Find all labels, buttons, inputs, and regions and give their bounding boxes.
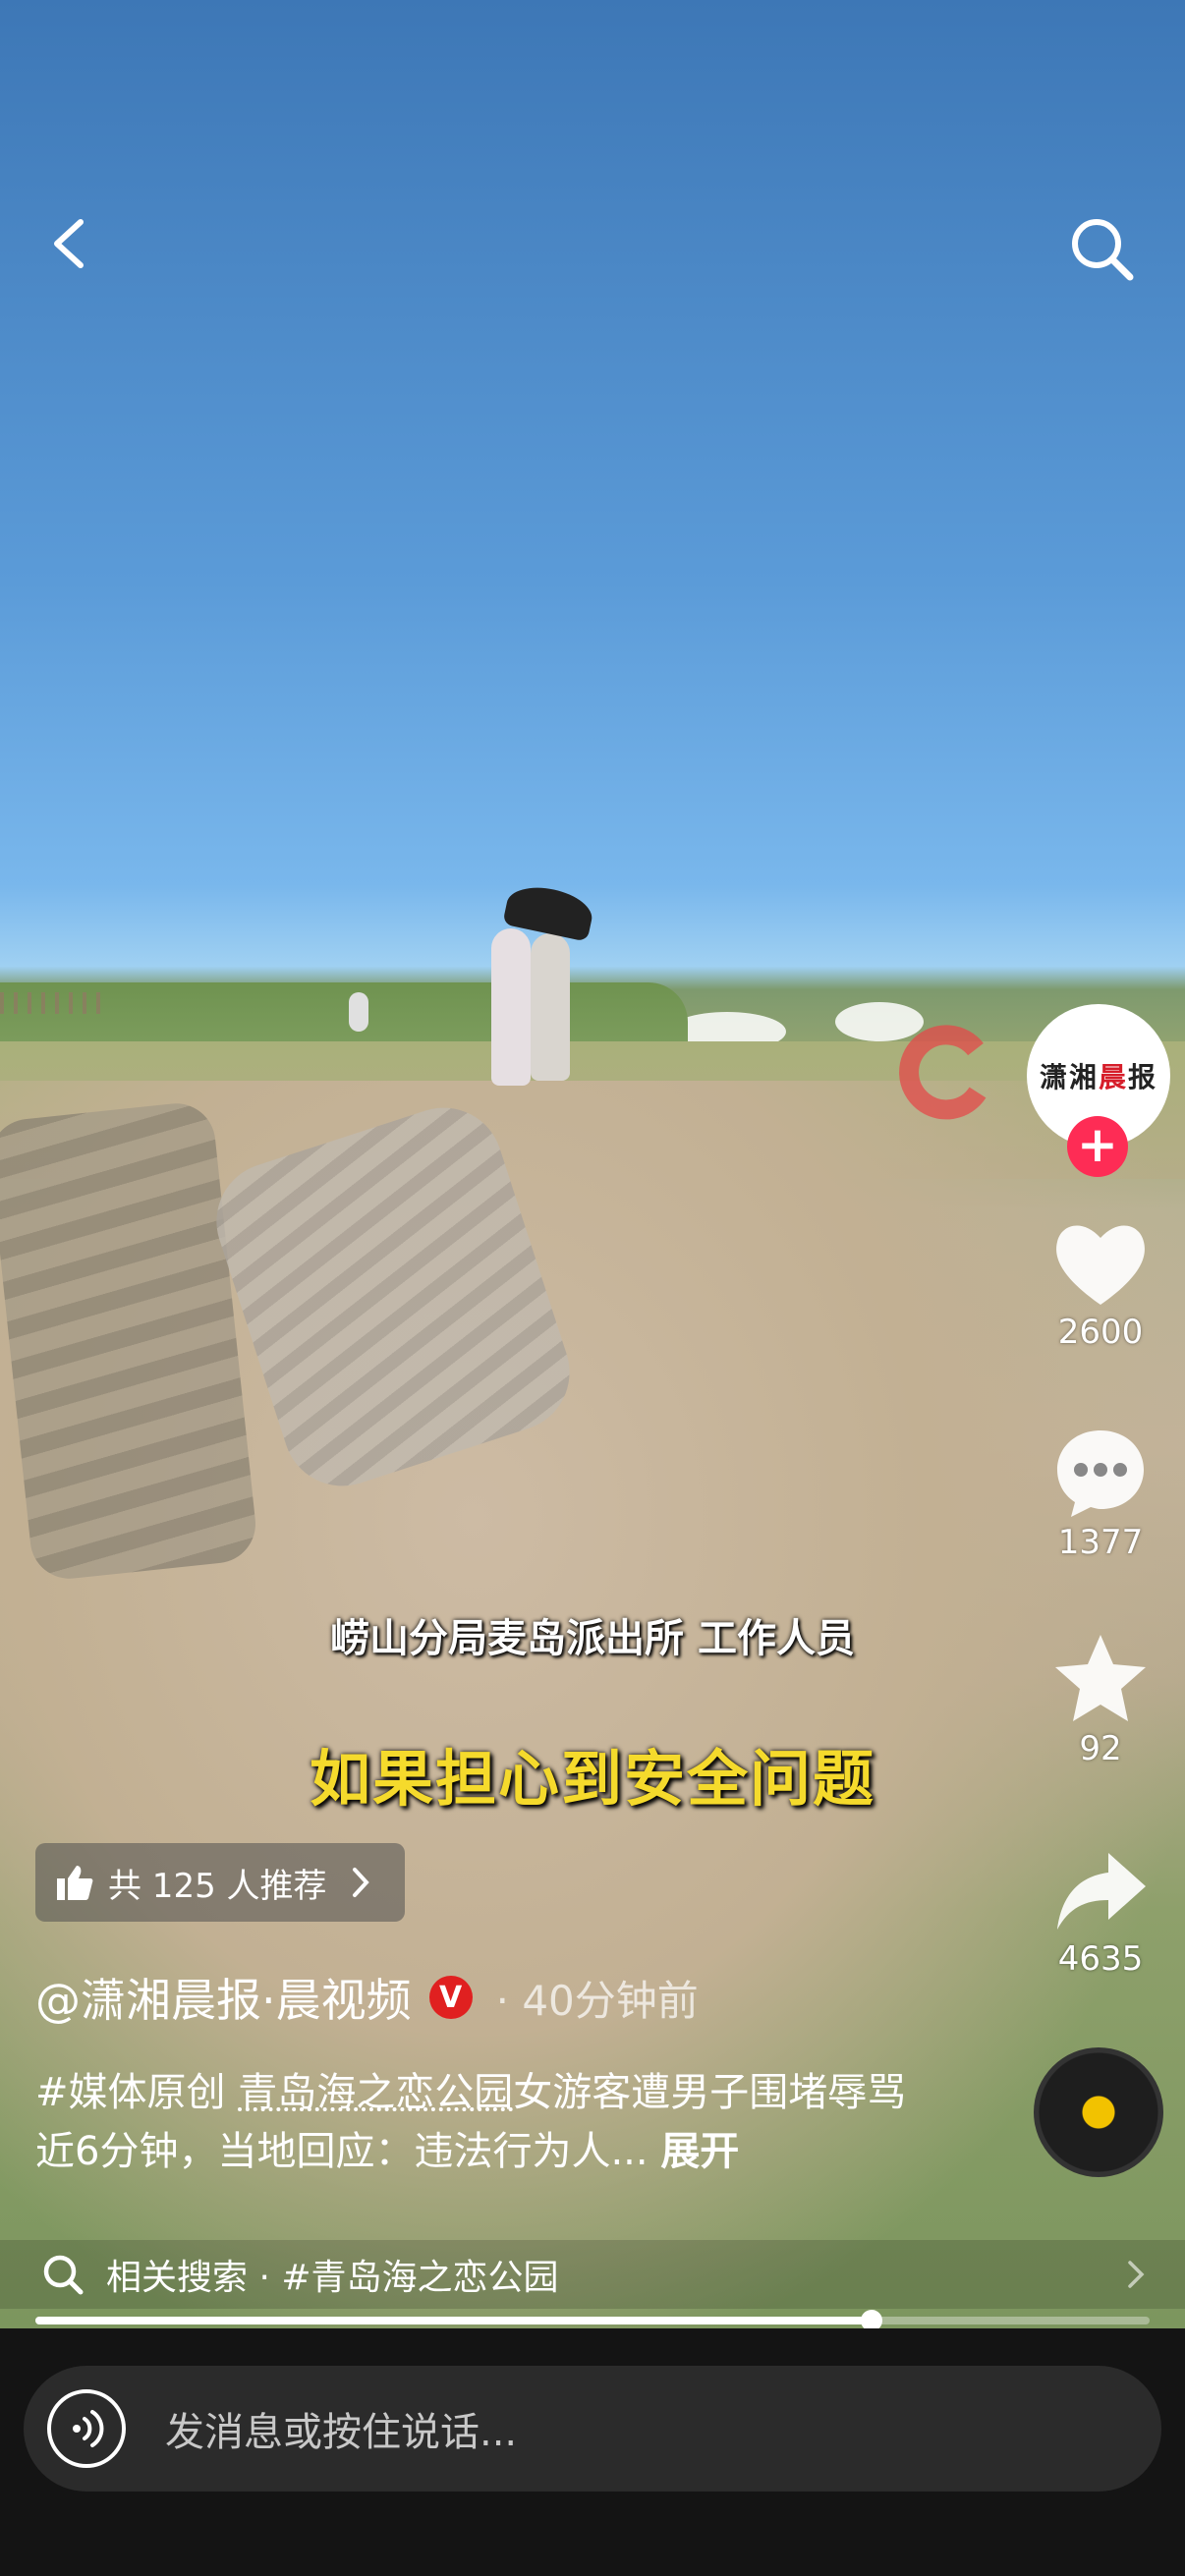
person <box>491 928 531 1086</box>
favorite-button[interactable]: 92 <box>1022 1631 1179 1768</box>
related-search[interactable]: 相关搜索 · #青岛海之恋公园 <box>0 2240 1185 2309</box>
author-name[interactable]: @潇湘晨报·晨视频 <box>35 1965 412 2030</box>
recommend-label: 共 125 人推荐 <box>108 1866 327 1906</box>
location-link[interactable]: 青岛海之恋公园 <box>238 2070 513 2115</box>
watermark-logo <box>899 1025 987 1120</box>
post-time: · 40分钟前 <box>495 1976 699 2025</box>
video-progress[interactable] <box>35 2310 1150 2331</box>
voice-icon[interactable] <box>47 2389 126 2468</box>
like-count: 2600 <box>1057 1313 1144 1352</box>
video-description[interactable]: #媒体原创 青岛海之恋公园女游客遭男子围堵辱骂近6分钟，当地回应：违法行为人..… <box>35 2063 920 2181</box>
comment-count: 1377 <box>1057 1523 1144 1562</box>
message-input[interactable]: 发消息或按住说话... <box>165 2400 517 2457</box>
avatar-text-red: 晨 <box>1098 1061 1128 1093</box>
comment-icon <box>1057 1430 1144 1517</box>
person <box>531 933 570 1081</box>
like-button[interactable]: 2600 <box>1022 1218 1179 1352</box>
chevron-right-icon <box>1128 2261 1145 2288</box>
avatar-text: 报 <box>1128 1061 1158 1093</box>
verified-badge: V <box>428 1976 473 2019</box>
distant-person <box>349 992 368 1032</box>
share-icon <box>1057 1853 1146 1930</box>
bottom-bar: 发消息或按住说话... <box>0 2328 1185 2576</box>
heart-icon <box>1056 1225 1145 1305</box>
sound-wave-glyph <box>73 2410 104 2447</box>
recommend-pill[interactable]: 共 125 人推荐 <box>35 1843 405 1922</box>
subtitle-speaker: 崂山分局麦岛派出所 工作人员 <box>330 1616 855 1661</box>
progress-fill <box>35 2317 872 2324</box>
avatar-text: 潇湘 <box>1039 1061 1099 1093</box>
search-icon[interactable] <box>1067 214 1136 283</box>
music-disc-icon[interactable] <box>1034 2047 1163 2177</box>
subtitle-main: 如果担心到安全问题 <box>309 1743 875 1815</box>
chevron-left-icon[interactable] <box>47 216 90 271</box>
related-search-label: 相关搜索 · #青岛海之恋公园 <box>106 2258 559 2298</box>
star-icon <box>1055 1635 1146 1721</box>
expand-link[interactable]: 展开 <box>660 2129 739 2174</box>
follow-button[interactable]: + <box>1067 1116 1128 1177</box>
share-count: 4635 <box>1057 1939 1144 1979</box>
thumbs-up-icon <box>57 1866 93 1900</box>
share-button[interactable]: 4635 <box>1022 1847 1179 1979</box>
author-line: @潇湘晨报·晨视频 V · 40分钟前 <box>35 1965 699 2030</box>
favorite-count: 92 <box>1079 1729 1122 1768</box>
message-input-bar[interactable]: 发消息或按住说话... <box>24 2366 1161 2492</box>
chevron-right-icon <box>352 1868 369 1897</box>
fence <box>0 992 108 1014</box>
search-icon <box>43 2255 84 2295</box>
comment-button[interactable]: 1377 <box>1022 1425 1179 1562</box>
hashtag[interactable]: #媒体原创 <box>35 2070 238 2115</box>
